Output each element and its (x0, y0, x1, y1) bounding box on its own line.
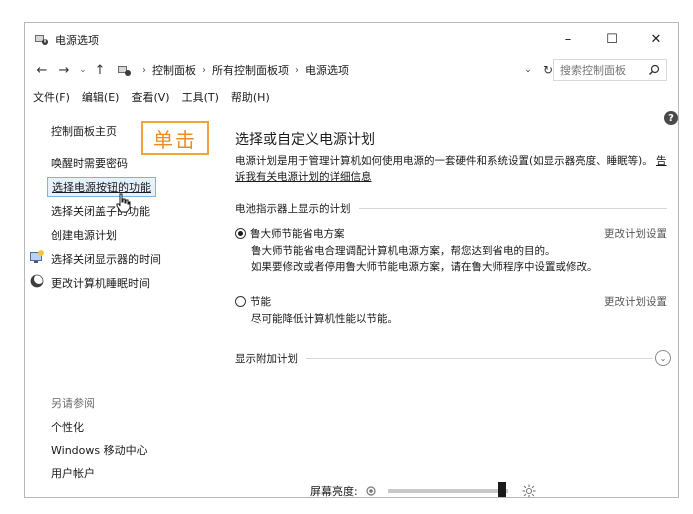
battery-section-heading: 电池指示器上显示的计划 (235, 202, 351, 215)
title-bar: 电源选项 – ☐ ✕ (25, 23, 678, 55)
sidebar-link-display-off[interactable]: 选择关闭显示器的时间 (51, 251, 161, 267)
additional-plans-section[interactable]: 显示附加计划 ⌄ (235, 350, 671, 366)
menu-file[interactable]: 文件(F) (25, 89, 76, 105)
recent-locations-icon[interactable]: ⌄ (77, 61, 89, 79)
brightness-slider-thumb[interactable] (497, 482, 506, 497)
sidebar-link-control-panel-home[interactable]: 控制面板主页 (51, 123, 117, 139)
brightness-control: 屏幕亮度: (310, 482, 536, 498)
plan-ludashi-change-link[interactable]: 更改计划设置 (604, 226, 667, 241)
back-arrow-icon[interactable]: ← (33, 61, 51, 79)
plan-power-saver-desc-line: 尽可能降低计算机性能以节能。 (251, 313, 398, 325)
power-options-icon (118, 66, 131, 76)
forward-arrow-icon[interactable]: → (55, 61, 73, 79)
main-panel: ? 选择或自定义电源计划 电源计划是用于管理计算机如何使用电源的一套硬件和系统设… (215, 109, 678, 498)
brightness-label: 屏幕亮度: (310, 485, 358, 498)
sidebar-link-create-plan[interactable]: 创建电源计划 (51, 227, 117, 243)
additional-plans-heading: 显示附加计划 (235, 352, 298, 365)
see-also-heading: 另请参阅 (51, 397, 95, 410)
plan-ludashi-radio[interactable] (235, 227, 246, 239)
page-title: 选择或自定义电源计划 (235, 132, 375, 148)
plan-ludashi: 鲁大师节能省电方案 更改计划设置 鲁大师节能省电合理调配计算机电源方案，帮您达到… (235, 225, 667, 275)
power-options-window: 电源选项 – ☐ ✕ ← → ⌄ ↑ › 控制面板 › 所有控制面板项 › 电源… (24, 22, 679, 498)
plan-power-saver-change-link[interactable]: 更改计划设置 (604, 294, 667, 309)
sidebar: 控制面板主页 唤醒时需要密码 选择电源按钮的功能 选择关闭盖子的功能 创建电源计… (25, 109, 215, 497)
menu-tools[interactable]: 工具(T) (176, 89, 225, 105)
description-text: 电源计划是用于管理计算机如何使用电源的一套硬件和系统设置(如显示器亮度、睡眠等)… (235, 155, 653, 167)
plan-ludashi-desc-line: 如果要修改或者停用鲁大师节能电源方案，请在鲁大师程序中设置或修改。 (251, 261, 598, 273)
help-icon[interactable]: ? (664, 111, 678, 125)
close-button[interactable]: ✕ (634, 23, 678, 55)
brightness-slider[interactable] (387, 482, 508, 497)
menu-help[interactable]: 帮助(H) (225, 89, 276, 105)
sidebar-link-wake-password[interactable]: 唤醒时需要密码 (51, 155, 128, 171)
plan-ludashi-desc-line: 鲁大师节能省电合理调配计算机电源方案，帮您达到省电的目的。 (251, 245, 556, 257)
sidebar-link-lid-close[interactable]: 选择关闭盖子的功能 (51, 203, 150, 219)
power-options-icon (35, 35, 48, 45)
brightness-low-icon (366, 486, 376, 496)
menu-view[interactable]: 查看(V) (125, 89, 175, 105)
click-callout-label: 单击 (141, 121, 209, 155)
content-area: 控制面板主页 唤醒时需要密码 选择电源按钮的功能 选择关闭盖子的功能 创建电源计… (25, 109, 678, 498)
search-box[interactable] (553, 59, 667, 81)
section-divider (306, 357, 653, 359)
plan-power-saver-radio[interactable] (235, 295, 246, 307)
monitor-moon-icon (30, 250, 44, 263)
plan-ludashi-name[interactable]: 鲁大师节能省电方案 (250, 226, 604, 241)
up-arrow-icon[interactable]: ↑ (91, 61, 109, 79)
sidebar-link-power-button[interactable]: 选择电源按钮的功能 (47, 177, 156, 197)
search-input[interactable] (560, 63, 644, 77)
maximize-button[interactable]: ☐ (590, 23, 634, 55)
sidebar-link-sleep-time[interactable]: 更改计算机睡眠时间 (51, 275, 150, 291)
chevron-right-icon: › (295, 64, 299, 76)
sleep-moon-icon (30, 274, 44, 288)
plan-power-saver-name[interactable]: 节能 (250, 294, 604, 309)
see-also-mobility-center[interactable]: Windows 移动中心 (51, 442, 148, 458)
breadcrumb-control-panel[interactable]: 控制面板 (152, 62, 196, 78)
chevron-down-icon[interactable]: ⌄ (521, 59, 535, 81)
page-description: 电源计划是用于管理计算机如何使用电源的一套硬件和系统设置(如显示器亮度、睡眠等)… (235, 153, 673, 185)
breadcrumb-all-items[interactable]: 所有控制面板项 (212, 62, 289, 78)
hand-cursor-icon (116, 193, 131, 213)
chevron-down-icon[interactable]: ⌄ (655, 350, 671, 366)
see-also-personalization[interactable]: 个性化 (51, 419, 84, 435)
chevron-right-icon: › (142, 64, 146, 76)
window-title: 电源选项 (55, 34, 99, 47)
section-divider (358, 207, 667, 209)
see-also-user-accounts[interactable]: 用户帐户 (51, 465, 95, 481)
battery-plans-section: 电池指示器上显示的计划 (235, 201, 667, 215)
breadcrumb-power-options[interactable]: 电源选项 (305, 62, 349, 78)
menu-edit[interactable]: 编辑(E) (76, 89, 126, 105)
menu-bar: 文件(F) 编辑(E) 查看(V) 工具(T) 帮助(H) (25, 87, 678, 107)
plan-power-saver: 节能 更改计划设置 尽可能降低计算机性能以节能。 (235, 293, 667, 327)
address-bar[interactable]: › 控制面板 › 所有控制面板项 › 电源选项 (113, 59, 545, 81)
search-icon (649, 64, 660, 75)
minimize-button[interactable]: – (546, 23, 590, 55)
chevron-right-icon: › (202, 64, 206, 76)
brightness-high-icon (522, 484, 536, 497)
